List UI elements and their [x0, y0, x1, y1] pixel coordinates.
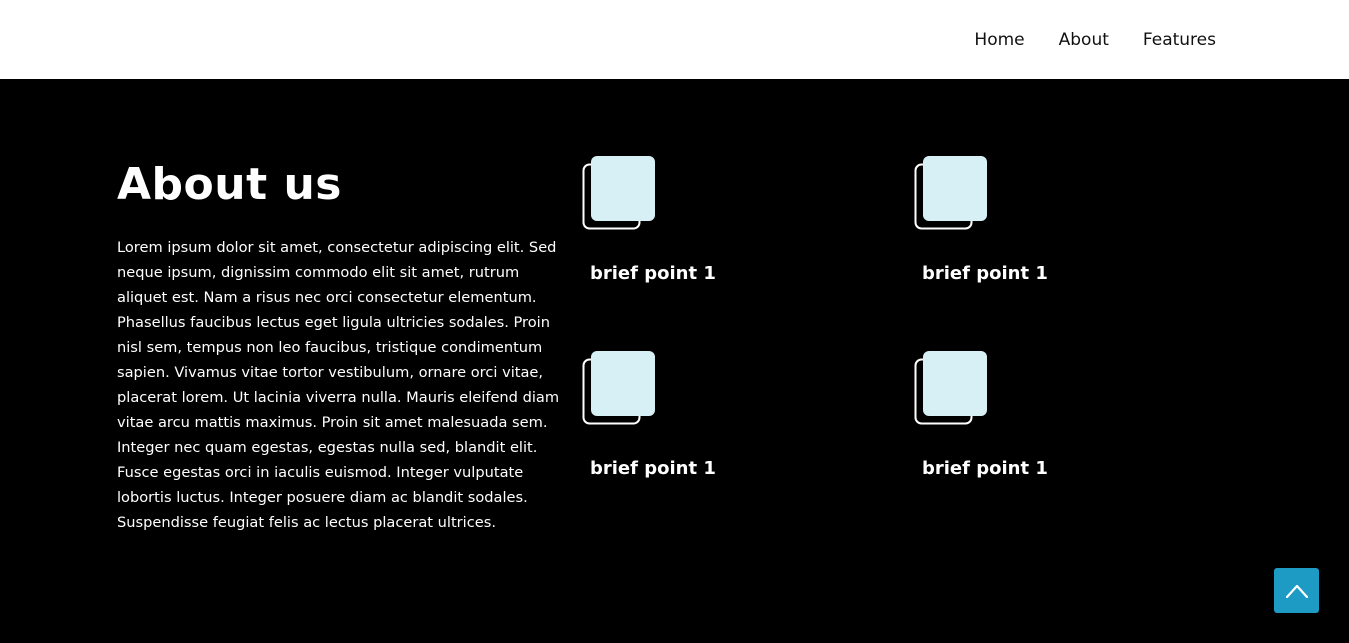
- nav-menu: Home About Features: [974, 29, 1216, 51]
- nav-link-home[interactable]: Home: [974, 29, 1024, 51]
- brief-point: brief point 1: [582, 156, 782, 296]
- nav-link-about[interactable]: About: [1059, 29, 1109, 51]
- brief-point-label: brief point 1: [590, 263, 716, 284]
- brief-point-label: brief point 1: [922, 263, 1048, 284]
- stacked-cards-icon: [582, 156, 655, 230]
- brief-point-label: brief point 1: [590, 458, 716, 479]
- about-title: About us: [117, 159, 342, 210]
- about-text-block: About us Lorem ipsum dolor sit amet, con…: [117, 157, 572, 535]
- navbar: Home About Features: [0, 0, 1349, 79]
- brief-point: brief point 1: [582, 351, 782, 491]
- stacked-cards-icon: [914, 156, 987, 230]
- brief-point: brief point 1: [914, 351, 1114, 491]
- brief-point: brief point 1: [914, 156, 1114, 296]
- scroll-to-top-button[interactable]: [1274, 568, 1319, 613]
- chevron-up-icon: [1285, 584, 1308, 598]
- about-body: Lorem ipsum dolor sit amet, consectetur …: [117, 239, 560, 531]
- stacked-cards-icon: [914, 351, 987, 425]
- brief-point-label: brief point 1: [922, 458, 1048, 479]
- stacked-cards-icon: [582, 351, 655, 425]
- about-section: About us Lorem ipsum dolor sit amet, con…: [0, 79, 1349, 643]
- nav-link-features[interactable]: Features: [1143, 29, 1216, 51]
